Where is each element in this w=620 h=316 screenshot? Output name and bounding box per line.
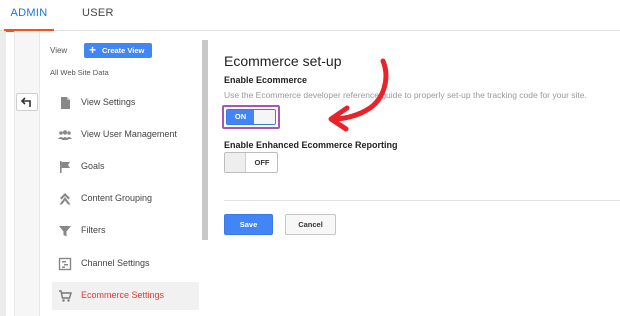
view-selector[interactable]: All Web Site Data bbox=[50, 68, 109, 77]
toggle-state-label: OFF bbox=[254, 158, 270, 167]
sidebar-item-ecommerce-settings[interactable]: Ecommerce Settings bbox=[52, 282, 199, 310]
toggle-knob bbox=[225, 153, 246, 172]
sidebar-item-label: Channel Settings bbox=[81, 258, 150, 268]
view-label: View bbox=[50, 46, 68, 55]
enable-ecommerce-toggle[interactable]: ON bbox=[226, 109, 276, 125]
back-arrow-icon bbox=[21, 97, 31, 107]
tab-user-label: USER bbox=[82, 7, 114, 19]
sidebar-item-channel-settings[interactable]: Channel Settings bbox=[52, 250, 199, 278]
flag-icon bbox=[60, 161, 70, 173]
toggle-state-label: ON bbox=[227, 110, 254, 124]
sidebar-item-label: View User Management bbox=[81, 129, 177, 139]
tab-admin-label: ADMIN bbox=[10, 7, 48, 19]
sidebar-item-view-settings[interactable]: View Settings bbox=[52, 89, 199, 117]
ecommerce-setup-panel: Ecommerce set-up Enable Ecommerce Use th… bbox=[210, 31, 620, 316]
sidebar-item-goals[interactable]: Goals bbox=[52, 153, 199, 181]
tab-user[interactable]: USER bbox=[82, 0, 114, 31]
sidebar-item-content-grouping[interactable]: Content Grouping bbox=[52, 185, 199, 213]
save-button[interactable]: Save bbox=[224, 214, 273, 235]
sidebar-item-filters[interactable]: Filters bbox=[52, 217, 199, 245]
document-icon bbox=[61, 97, 70, 109]
top-tabs-bar: ADMIN USER bbox=[0, 0, 620, 32]
outer-rail bbox=[0, 31, 6, 316]
enable-ecommerce-label: Enable Ecommerce bbox=[224, 75, 308, 85]
sidebar-item-label: Ecommerce Settings bbox=[81, 290, 165, 300]
cancel-button[interactable]: Cancel bbox=[285, 214, 336, 235]
sidebar-scrollbar[interactable] bbox=[202, 40, 208, 240]
back-rail bbox=[14, 31, 40, 316]
sidebar-item-view-user-management[interactable]: View User Management bbox=[52, 121, 199, 149]
highlight-outline: ON bbox=[222, 105, 280, 129]
enhanced-ecommerce-label: Enable Enhanced Ecommerce Reporting bbox=[224, 140, 398, 150]
plus-icon: + bbox=[89, 43, 97, 57]
annotation-arrow-icon bbox=[328, 58, 389, 132]
cart-icon bbox=[59, 290, 72, 302]
divider bbox=[224, 200, 620, 201]
sidebar-item-label: View Settings bbox=[81, 97, 136, 107]
ecommerce-description: Use the Ecommerce developer reference gu… bbox=[224, 90, 587, 100]
create-view-label: Create View bbox=[102, 46, 145, 55]
admin-sidebar: View + Create View All Web Site Data Vie… bbox=[40, 31, 202, 316]
toggle-knob bbox=[254, 110, 275, 124]
people-icon bbox=[58, 130, 72, 140]
sidebar-item-label: Goals bbox=[81, 161, 105, 171]
back-button[interactable] bbox=[16, 93, 38, 111]
enhanced-ecommerce-toggle[interactable]: OFF bbox=[224, 152, 278, 173]
sidebar-item-label: Content Grouping bbox=[81, 193, 153, 203]
tab-admin[interactable]: ADMIN bbox=[0, 0, 58, 32]
content-grouping-icon bbox=[59, 193, 71, 205]
sidebar-item-label: Filters bbox=[81, 225, 106, 235]
filter-icon bbox=[59, 226, 71, 237]
create-view-button[interactable]: + Create View bbox=[84, 43, 152, 58]
channel-settings-icon bbox=[58, 257, 72, 271]
